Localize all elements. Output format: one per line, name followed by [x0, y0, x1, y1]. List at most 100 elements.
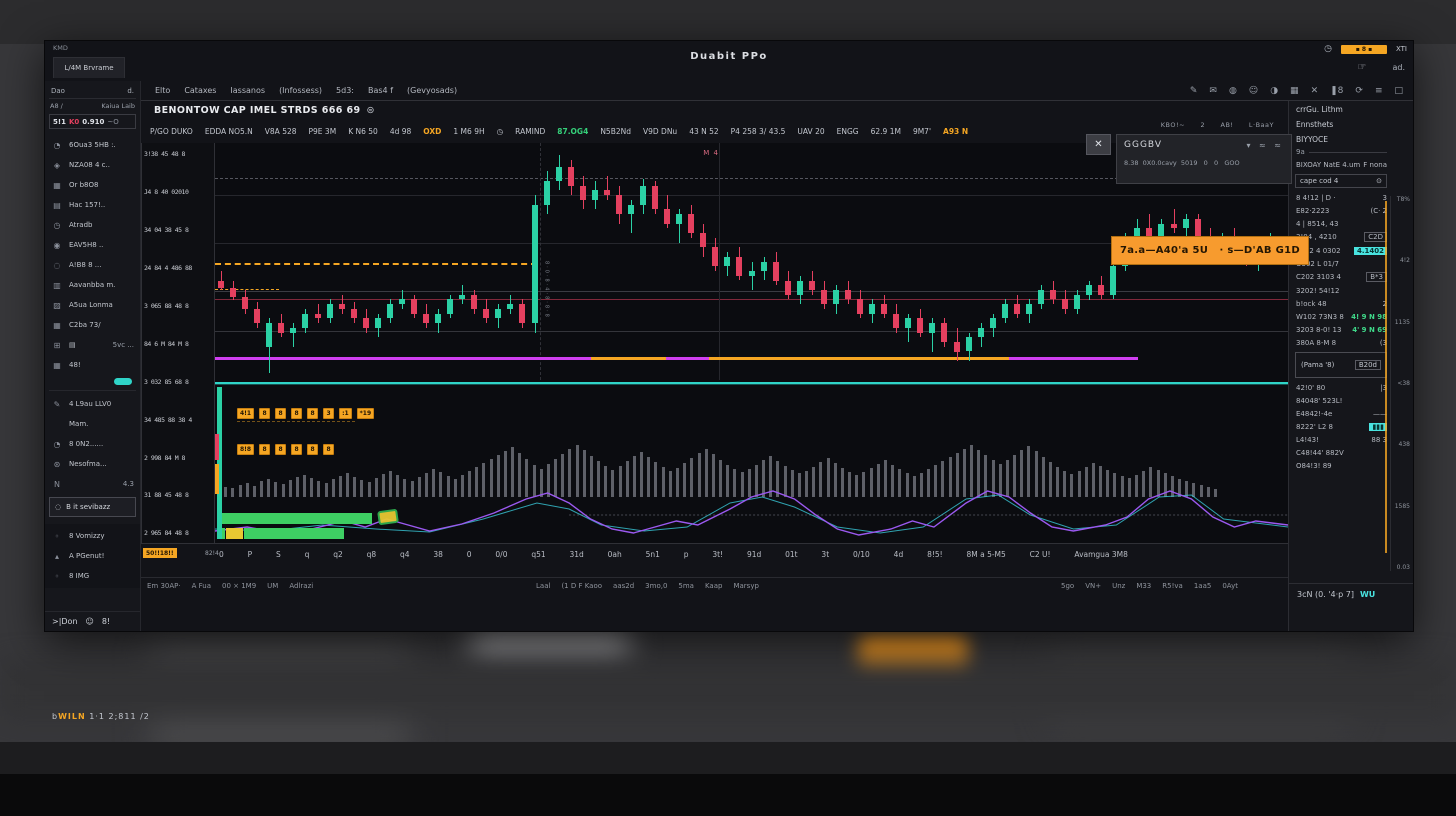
chart-area: BENONTOW CAP IMEL STRDS 666 69 ⊜ P/GO DU…	[141, 101, 1289, 631]
panel-row[interactable]: BIXOAY NatE 4.umF nona	[1289, 158, 1413, 171]
menu-item[interactable]: Bas4 f	[368, 86, 393, 95]
orange-badge[interactable]: *19	[357, 408, 375, 419]
status-item: Unz	[1112, 582, 1125, 590]
sidebar-item[interactable]: ✎4 L9au LLV0	[45, 394, 140, 414]
panel-scroll-column[interactable]: T8%4!21135<3843815850.03	[1390, 196, 1412, 571]
hand-cursor-icon[interactable]: ☞	[1358, 62, 1367, 73]
draw-icon[interactable]: ✎	[1190, 86, 1198, 96]
info-item: ◷	[497, 127, 504, 136]
refresh-icon[interactable]: ⟳	[1355, 86, 1363, 96]
candle	[833, 290, 839, 304]
window-icon[interactable]: □	[1394, 86, 1403, 96]
menu-item[interactable]: Cataxes	[184, 86, 216, 95]
record-icon[interactable]: ◍	[1229, 86, 1237, 96]
candle	[664, 209, 670, 223]
baseline-segment	[709, 357, 1009, 360]
menu-item[interactable]: (Gevyosads)	[407, 86, 457, 95]
time-label: 3t	[821, 550, 829, 559]
close-tool-icon[interactable]: ✕	[1311, 86, 1319, 96]
orange-accent-line	[1385, 201, 1387, 553]
menu-item[interactable]: Elto	[155, 86, 170, 95]
mini-tabs[interactable]: KBO!~ 2 AB! L·BaaY	[1161, 121, 1274, 129]
sidebar-item[interactable]: ◦8 IMG	[45, 566, 140, 586]
cyan-toggle[interactable]	[114, 378, 132, 385]
dom-button[interactable]: >|Don	[52, 617, 78, 626]
sidebar-item[interactable]: ◈NZA08 4 c..	[45, 155, 140, 175]
sidebar-item-label: Or b8O8	[69, 181, 98, 189]
sidebar-item[interactable]: ◌A!B8 8 ...	[45, 255, 140, 275]
orange-badge[interactable]: 8	[291, 408, 302, 419]
theme-icon[interactable]: ◑	[1270, 86, 1278, 96]
symbol-row[interactable]: 5!1 K0 0.910 ~O	[49, 114, 136, 129]
sidebar-item[interactable]: Mam.	[45, 414, 140, 434]
session-pill-button[interactable]: ▪ 8 ▪	[1341, 45, 1387, 54]
profile-icon[interactable]: ☺	[1249, 86, 1258, 96]
sidebar-item[interactable]: N4.3	[45, 474, 140, 494]
time-label: 4d	[894, 550, 904, 559]
account-tab[interactable]: L/4M Brvrame	[53, 57, 125, 78]
sidebar-item[interactable]: ▴A PGenut!	[45, 546, 140, 566]
sidebar-item-label: Mam.	[69, 420, 88, 428]
time-label: C2 U!	[1030, 550, 1051, 559]
panel-search-input[interactable]: cape cod 4⊙	[1295, 174, 1387, 188]
dropdown-chevron-icons[interactable]: ▾ ≈ ≈	[1246, 141, 1284, 150]
panel-box-row[interactable]: (Pama '8)B20d	[1295, 352, 1387, 378]
menu-item[interactable]: 5d3:	[336, 86, 354, 95]
sidebar-item[interactable]: ◔6Oua3 5HB :.	[45, 135, 140, 155]
sidebar-item[interactable]: ▥Aavanbba m.	[45, 275, 140, 295]
time-axis[interactable]: 50!!18!! 82!4 0PSqq2q8q43800/0q5131d0ah5…	[141, 543, 1288, 565]
candle	[399, 299, 405, 304]
sidebar-item[interactable]: ▦C2ba 73/	[45, 315, 140, 335]
toolbar-icons: ✎ ✉ ◍ ☺ ◑ ▦ ✕ ❚8 ⟳ ≡ □	[1190, 86, 1403, 96]
clock-badge-icon: ⊜	[367, 105, 375, 116]
orange-badge[interactable]: :1	[339, 408, 352, 419]
sidebar-item-label: 4 L9au LLV0	[69, 400, 111, 408]
clock-icon[interactable]: ◷	[1324, 44, 1332, 54]
indicator-dropdown[interactable]: GGGBV ▾ ≈ ≈ 8.38 0X0.0cavy 5019 0 0 GOO	[1116, 134, 1292, 184]
price-label: 31 88 45 48 8	[144, 492, 212, 499]
menu-item[interactable]: (Infossess)	[279, 86, 322, 95]
candle	[387, 304, 393, 318]
menu-item[interactable]: Iassanos	[230, 86, 265, 95]
sidebar-item[interactable]: ⊞▤5vc ...	[45, 335, 140, 355]
calendar-icon[interactable]: ▦	[1290, 86, 1299, 96]
sidebar-item[interactable]: ⊛Nesofma...	[45, 454, 140, 474]
smiley-icon[interactable]: ☺	[86, 617, 94, 626]
orange-badge[interactable]: 8	[307, 408, 318, 419]
orange-badge[interactable]: 3	[323, 408, 334, 419]
layout-icon[interactable]: ❚8	[1330, 86, 1343, 96]
sidebar-item-highlighted[interactable]: ◌ B it sevibazz	[49, 497, 136, 517]
⊛-icon: ⊛	[51, 460, 63, 469]
row-label: 8 4!12 | D ·	[1296, 194, 1336, 202]
sidebar-item[interactable]: ◉EAV5H8 ..	[45, 235, 140, 255]
sidebar-item[interactable]: ◦8 Vomizzy	[45, 526, 140, 546]
candlestick-plot[interactable]: M 4 8·0·8·4·8·8·8 4!188883:1*19 8!888888…	[215, 143, 1288, 543]
candle	[604, 190, 610, 195]
desktop-bottom-strip	[0, 774, 1456, 816]
sidebar-item[interactable]: ▨A5ua Lonma	[45, 295, 140, 315]
candle	[929, 323, 935, 333]
time-label: 8!5!	[927, 550, 943, 559]
sidebar-item[interactable]: ▦Or b8O8	[45, 175, 140, 195]
panel-glyphs[interactable]: 3cN (0. '4·p 7]	[1297, 590, 1354, 599]
row-label: 380A 8-M 8	[1296, 339, 1336, 347]
menu-list-icon[interactable]: ≡	[1375, 86, 1383, 96]
time-label: 0	[219, 550, 224, 559]
sidebar-item-label: A5ua Lonma	[69, 301, 113, 309]
wu-button[interactable]: WU	[1360, 590, 1375, 599]
sidebar-item-label: 48!	[69, 361, 81, 369]
sidebar-item[interactable]: ◷Atradb	[45, 215, 140, 235]
orange-badge[interactable]: 8	[259, 408, 270, 419]
price-alert-callout[interactable]: 7a.a—A40'a 5U · s—D'AB G1D	[1111, 236, 1309, 265]
sidebar-item[interactable]: ▦48!	[45, 355, 140, 375]
search-input[interactable]: Dao d.	[49, 84, 136, 99]
price-scale[interactable]: 3!38 45 48 8J4 8 40 0201034 04 38 45 824…	[141, 143, 215, 543]
sidebar-item[interactable]: ▤Hac 157!..	[45, 195, 140, 215]
price-label: 34 04 38 45 8	[144, 227, 212, 234]
orange-badge[interactable]: 4!1	[237, 408, 254, 419]
chat-icon[interactable]: ✉	[1209, 86, 1217, 96]
orange-badge[interactable]: 8	[275, 408, 286, 419]
crosshair-button[interactable]: ✕	[1086, 134, 1111, 155]
sidebar-item[interactable]: ◔8 0N2......	[45, 434, 140, 454]
watchlist-header: A8 / Kaiua Laib	[45, 99, 140, 113]
